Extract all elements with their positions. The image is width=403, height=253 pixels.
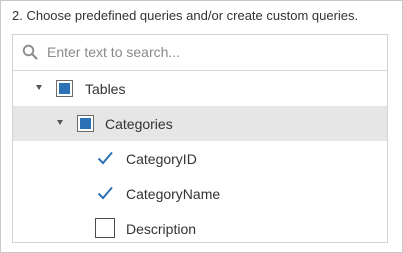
check-icon[interactable] (95, 183, 115, 203)
tree-node-categories[interactable]: Categories (13, 106, 387, 141)
categories-checkbox[interactable] (77, 115, 94, 132)
check-icon[interactable] (95, 148, 115, 168)
column-label: CategoryID (126, 151, 197, 167)
query-selection-panel: 2. Choose predefined queries and/or crea… (0, 0, 403, 253)
expand-arrow-icon[interactable] (57, 120, 63, 125)
step-instruction: 2. Choose predefined queries and/or crea… (12, 8, 359, 23)
tree-node-label: Tables (85, 81, 126, 97)
tables-checkbox[interactable] (56, 80, 73, 97)
search-icon (22, 44, 38, 60)
tree-node-tables[interactable]: Tables (13, 71, 387, 106)
tree-node-label: Categories (105, 116, 173, 132)
tree-node-column[interactable]: CategoryID (13, 141, 387, 176)
tree-node-column[interactable]: CategoryName (13, 176, 387, 211)
search-bar (13, 35, 387, 71)
search-input[interactable] (47, 41, 367, 63)
column-label: Description (126, 221, 197, 237)
expand-arrow-icon[interactable] (36, 85, 42, 90)
tree-node-column[interactable]: Description (13, 211, 387, 242)
query-tree: Tables Categories CategoryID CategoryNam… (12, 34, 388, 243)
unchecked-checkbox[interactable] (95, 218, 115, 238)
column-label: CategoryName (126, 186, 221, 202)
